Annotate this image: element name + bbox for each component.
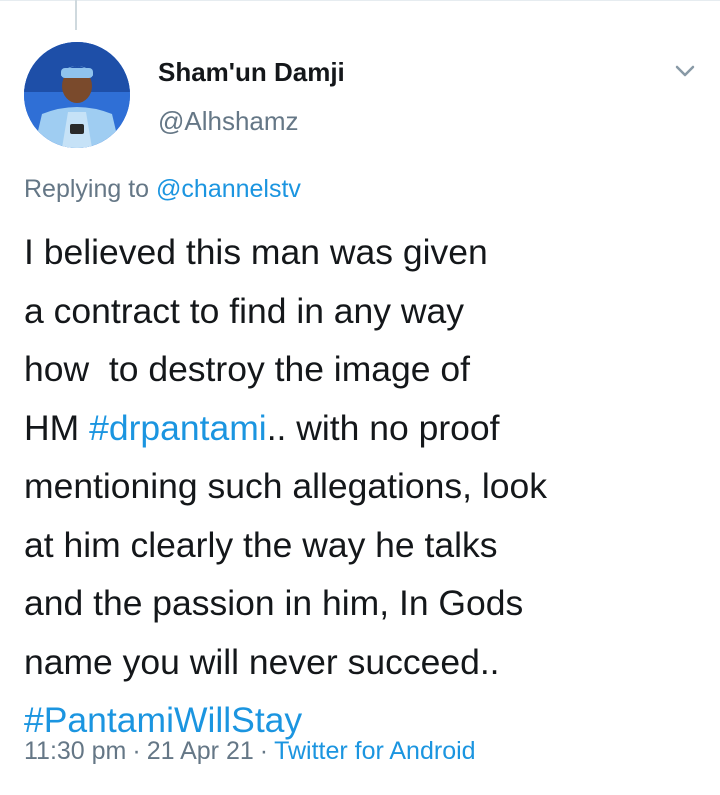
author-handle[interactable]: @Alhshamz — [158, 104, 299, 138]
tweet-line: I believed this man was given — [24, 232, 488, 272]
tweet-date[interactable]: 21 Apr 21 — [147, 737, 254, 765]
avatar[interactable] — [24, 42, 130, 148]
meta-separator: · — [132, 737, 141, 765]
user-avatar-icon — [24, 42, 130, 148]
replying-to-label: Replying to — [24, 175, 157, 203]
tweet-source-link[interactable]: Twitter for Android — [274, 737, 475, 765]
tweet-line: name you will never succeed.. — [24, 641, 500, 682]
tweet-text: I believed this man was given a contract… — [24, 223, 704, 750]
author-display-name[interactable]: Sham'un Damji — [158, 55, 345, 89]
tweet-line: HM #drpantami.. with no proof — [24, 399, 704, 458]
tweet-line: how to destroy the image of — [24, 349, 470, 389]
tweet-text-segment: HM — [24, 407, 90, 448]
tweet-line: at him clearly the way he talks — [24, 524, 498, 565]
replying-to: Replying to @channelstv — [24, 172, 301, 206]
more-options-chevron-down-icon[interactable] — [670, 56, 700, 86]
meta-separator: · — [259, 737, 269, 765]
tweet-line: a contract to find in any way — [24, 290, 465, 331]
top-divider — [0, 0, 720, 1]
thread-connector-line — [75, 0, 77, 30]
reply-mention-link[interactable]: @channelstv — [156, 175, 301, 203]
tweet-line: mentioning such allegations, look — [24, 466, 547, 506]
tweet-text-segment: .. with no proof — [266, 407, 500, 448]
hashtag-drpantami-link[interactable]: #drpantami — [89, 408, 267, 448]
tweet-line: and the passion in him, In Gods — [24, 583, 524, 623]
tweet-meta: 11:30 pm · 21 Apr 21 · Twitter for Android — [24, 734, 476, 768]
tweet-time[interactable]: 11:30 pm — [24, 737, 126, 765]
